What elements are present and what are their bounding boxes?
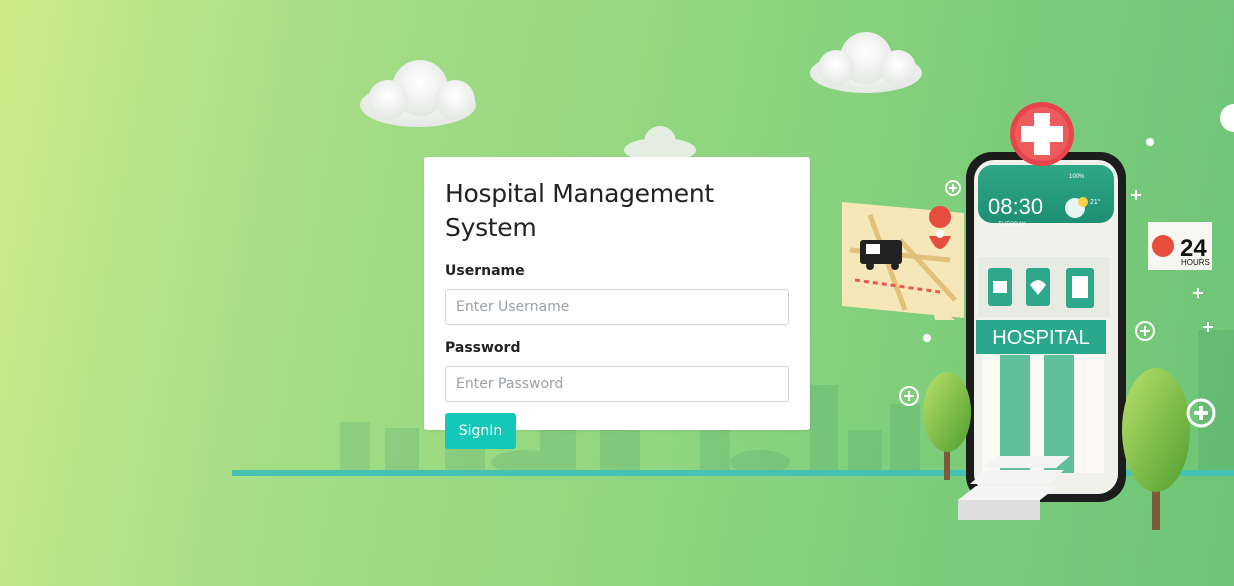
cloud-right xyxy=(810,32,922,93)
phone-battery: 100% xyxy=(1069,174,1085,180)
username-label: Username xyxy=(445,263,525,279)
map-card xyxy=(842,202,964,320)
tree-right xyxy=(1122,368,1190,530)
username-input[interactable] xyxy=(445,289,789,325)
login-card: Hospital Management System Username Pass… xyxy=(424,157,810,449)
signin-button[interactable]: SignIn xyxy=(445,413,516,449)
phone-temp: 21° xyxy=(1090,198,1101,206)
password-label: Password xyxy=(445,340,521,356)
hours-label: HOURS xyxy=(1181,258,1210,267)
page-title: Hospital Management System xyxy=(445,179,714,242)
cloud-left xyxy=(360,60,476,127)
password-input[interactable] xyxy=(445,366,789,402)
hours-badge: 24 HOURS xyxy=(1148,222,1212,270)
phone-hospital: 08:30 TUESDAY 100% 21° HOSPITAL xyxy=(958,102,1126,520)
phone-time: 08:30 xyxy=(988,194,1043,219)
tree-left xyxy=(923,372,971,480)
hospital-sign: HOSPITAL xyxy=(992,327,1089,349)
phone-day: TUESDAY xyxy=(998,222,1026,228)
